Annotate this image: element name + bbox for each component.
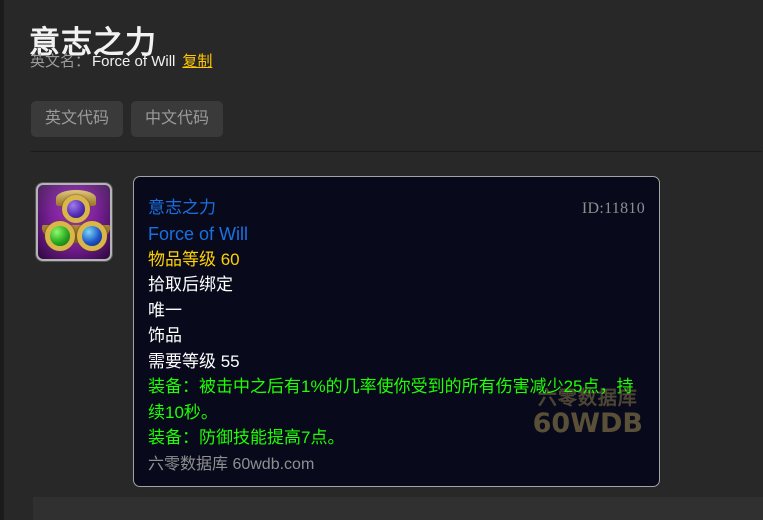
item-icon[interactable] <box>36 183 112 261</box>
copy-link[interactable]: 复制 <box>182 53 212 70</box>
item-icon-art <box>38 185 110 259</box>
tooltip-effect-2: 装备：防御技能提高7点。 <box>148 428 345 447</box>
english-name-label: 英文名： <box>30 53 91 70</box>
tooltip-item-name-cn: 意志之力 <box>148 198 216 217</box>
english-code-button[interactable]: 英文代码 <box>31 101 124 137</box>
chinese-code-button[interactable]: 中文代码 <box>131 101 224 137</box>
tooltip-footer: 六零数据库 60wdb.com <box>148 455 315 473</box>
tooltip-item-name-en: Force of Will <box>148 223 249 244</box>
tooltip-required-level: 需要等级 55 <box>148 351 240 371</box>
green-gem-icon <box>50 226 70 246</box>
blue-gem-icon <box>82 226 102 246</box>
code-button-group: 英文代码 中文代码 <box>31 101 224 137</box>
english-name-value: Force of Will <box>92 53 176 70</box>
purple-gem-icon <box>67 200 85 218</box>
bottom-panel <box>33 497 763 520</box>
item-tooltip: 六零数据库 60WDB 意志之力 ID:11810 Force of Will … <box>133 176 660 487</box>
tooltip-item-level: 物品等级 60 <box>148 249 240 269</box>
tooltip-bind-type: 拾取后绑定 <box>148 275 233 294</box>
tooltip-name-row: 意志之力 ID:11810 <box>148 195 645 221</box>
section-divider <box>31 151 762 152</box>
tooltip-effect-1: 装备：被击中之后有1%的几率使你受到的所有伤害减少25点，持续10秒。 <box>148 377 634 422</box>
english-name-row: 英文名： Force of Will 复制 <box>30 51 212 73</box>
tooltip-item-id: ID:11810 <box>581 200 645 217</box>
tooltip-slot: 饰品 <box>148 326 182 345</box>
tooltip-unique: 唯一 <box>148 300 182 320</box>
item-detail-page: 意志之力 英文名： Force of Will 复制 英文代码 中文代码 六零数据库… <box>0 0 763 520</box>
tooltip-body: 意志之力 ID:11810 Force of Will 物品等级 60 拾取后绑… <box>134 177 659 477</box>
